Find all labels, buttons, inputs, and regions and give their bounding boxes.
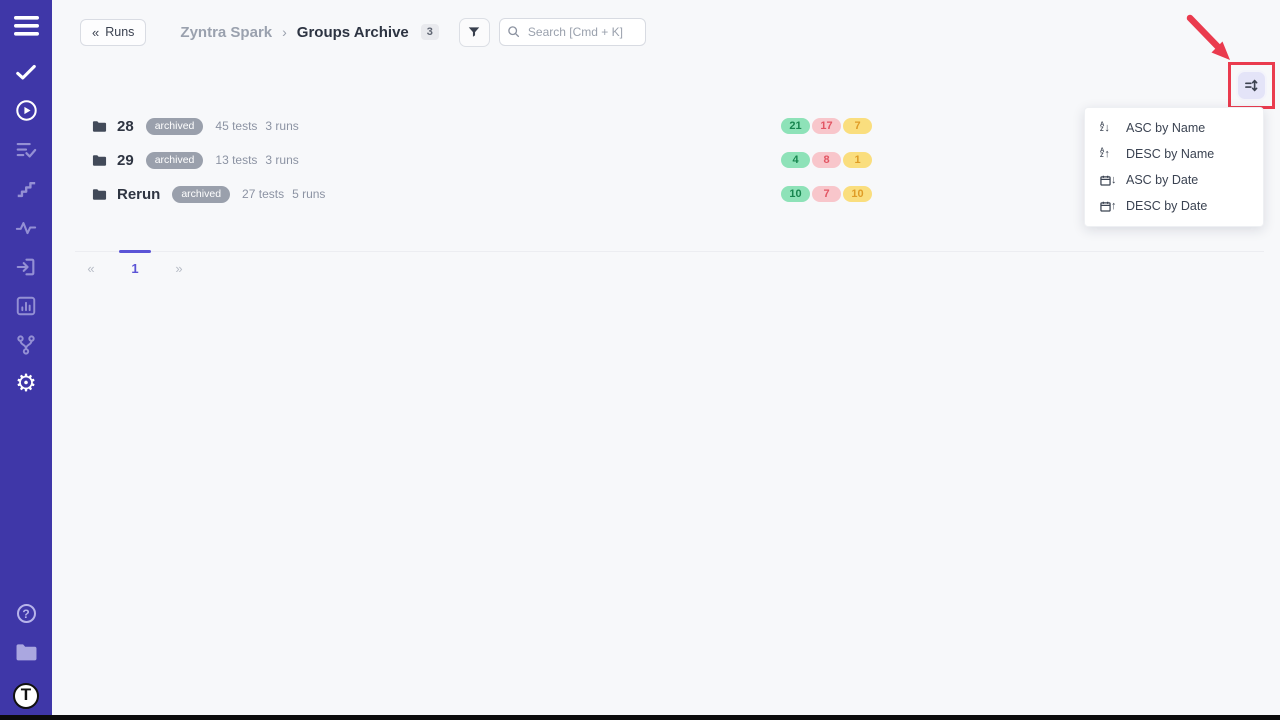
failed-pill: 8 xyxy=(812,152,841,168)
run-stats: 21 17 7 xyxy=(781,118,872,134)
failed-pill: 17 xyxy=(812,118,841,134)
search-input[interactable] xyxy=(499,18,646,46)
active-page-indicator xyxy=(119,250,151,253)
settings-gear-icon[interactable]: ⚙ xyxy=(0,364,52,403)
pulse-icon[interactable] xyxy=(0,208,52,247)
sidebar: ⚙ ? T xyxy=(0,0,52,720)
search-icon xyxy=(507,25,520,38)
groups-count-badge: 3 xyxy=(421,24,439,40)
breadcrumb-separator: › xyxy=(282,24,287,40)
sort-menu-item-desc-name[interactable]: AZ ↑ DESC by Name xyxy=(1085,141,1263,167)
sort-toggle-button[interactable] xyxy=(1236,70,1267,101)
folder-icon xyxy=(92,120,107,133)
pagination: « 1 » xyxy=(75,251,1264,284)
help-icon[interactable]: ? xyxy=(0,594,52,633)
projects-folder-icon[interactable] xyxy=(0,633,52,672)
run-stats: 10 7 10 xyxy=(781,186,872,202)
branches-icon[interactable] xyxy=(0,325,52,364)
group-name: 28 xyxy=(117,118,134,135)
sort-menu-item-asc-date[interactable]: ↓ ASC by Date xyxy=(1085,167,1263,193)
pagination-page-1[interactable]: 1 xyxy=(121,252,149,284)
pagination-next-button[interactable]: » xyxy=(165,252,193,284)
page-title: Groups Archive xyxy=(297,24,409,41)
runs-count: 3 runs xyxy=(265,119,298,133)
tests-count: 27 tests xyxy=(242,187,284,201)
search xyxy=(499,18,646,46)
filter-button[interactable] xyxy=(459,18,490,47)
chevrons-left-icon: « xyxy=(92,25,99,40)
sort-menu-item-desc-date[interactable]: ↑ DESC by Date xyxy=(1085,193,1263,219)
folder-icon xyxy=(92,188,107,201)
skipped-pill: 10 xyxy=(843,186,872,202)
skipped-pill: 7 xyxy=(843,118,872,134)
sort-menu-item-asc-name[interactable]: AZ ↓ ASC by Name xyxy=(1085,115,1263,141)
back-to-runs-label: Runs xyxy=(105,25,134,39)
sort-date-asc-icon: ↓ xyxy=(1100,175,1117,186)
sort-date-desc-icon: ↑ xyxy=(1100,201,1117,212)
tests-count: 13 tests xyxy=(215,153,257,167)
breadcrumb: Zyntra Spark › Groups Archive 3 xyxy=(180,24,438,41)
archived-badge: archived xyxy=(146,152,204,169)
sort-menu: AZ ↓ ASC by Name AZ ↑ DESC by Name ↓ ASC… xyxy=(1084,107,1264,227)
back-to-runs-button[interactable]: « Runs xyxy=(80,19,146,46)
steps-icon[interactable] xyxy=(0,169,52,208)
sort-menu-item-label: ASC by Name xyxy=(1126,121,1205,135)
app-logo[interactable]: T xyxy=(0,672,52,720)
breadcrumb-project[interactable]: Zyntra Spark xyxy=(180,24,272,41)
sort-menu-item-label: DESC by Date xyxy=(1126,199,1207,213)
import-icon[interactable] xyxy=(0,247,52,286)
sort-toggle-icon xyxy=(1244,78,1259,93)
runs-count: 5 runs xyxy=(292,187,325,201)
archived-badge: archived xyxy=(172,186,230,203)
passed-pill: 21 xyxy=(781,118,810,134)
pagination-prev-button[interactable]: « xyxy=(77,252,105,284)
run-play-icon[interactable] xyxy=(0,91,52,130)
sort-menu-item-label: ASC by Date xyxy=(1126,173,1198,187)
check-icon[interactable] xyxy=(0,52,52,91)
sort-alpha-desc-icon: AZ ↑ xyxy=(1100,149,1117,160)
failed-pill: 7 xyxy=(812,186,841,202)
group-name: 29 xyxy=(117,152,134,169)
tests-count: 45 tests xyxy=(215,119,257,133)
sort-menu-item-label: DESC by Name xyxy=(1126,147,1214,161)
sort-alpha-asc-icon: AZ ↓ xyxy=(1100,123,1117,134)
group-name: Rerun xyxy=(117,186,160,203)
archived-badge: archived xyxy=(146,118,204,135)
funnel-icon xyxy=(467,25,481,39)
runs-count: 3 runs xyxy=(265,153,298,167)
topbar: « Runs Zyntra Spark › Groups Archive 3 xyxy=(52,0,1280,64)
folder-icon xyxy=(92,154,107,167)
analytics-icon[interactable] xyxy=(0,286,52,325)
screen-bottom-edge xyxy=(0,715,1280,720)
test-plans-icon[interactable] xyxy=(0,130,52,169)
run-stats: 4 8 1 xyxy=(781,152,872,168)
menu-icon[interactable] xyxy=(0,0,52,52)
passed-pill: 4 xyxy=(781,152,810,168)
passed-pill: 10 xyxy=(781,186,810,202)
app-screen: ⚙ ? T « Runs Zyntra Spark › Groups Archi… xyxy=(0,0,1280,720)
skipped-pill: 1 xyxy=(843,152,872,168)
